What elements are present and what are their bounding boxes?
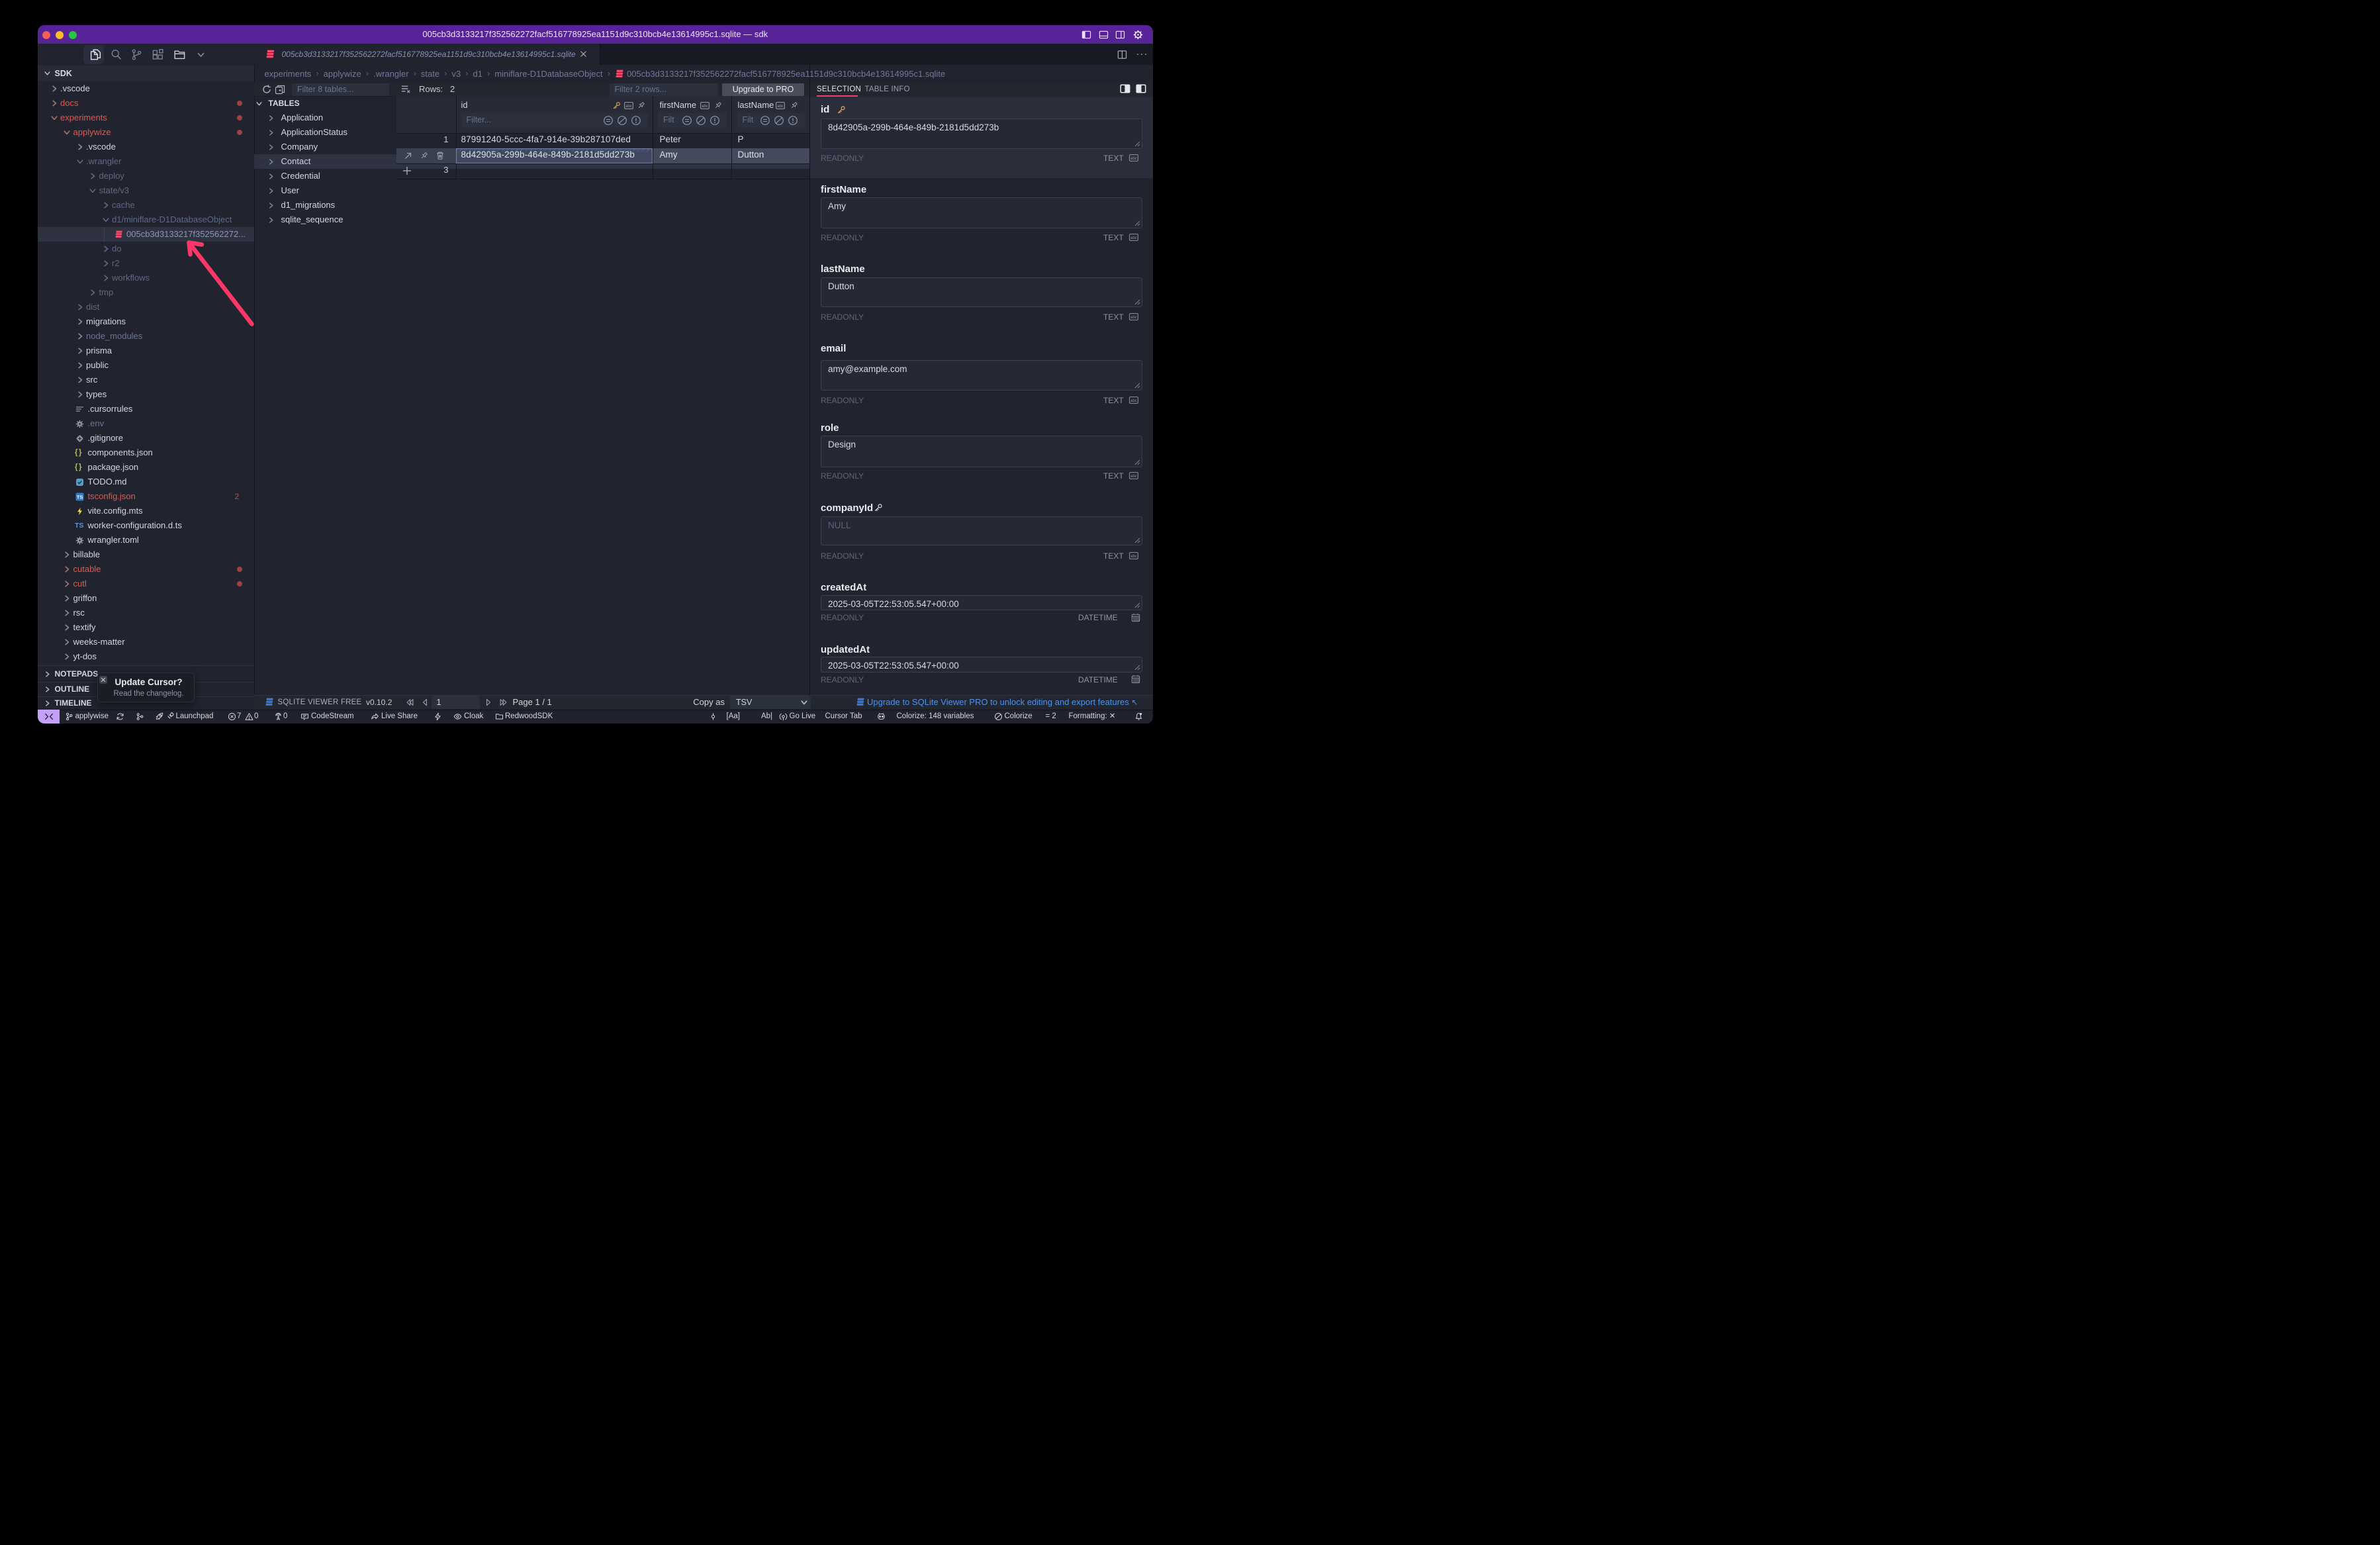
svg-text:abc: abc <box>777 105 784 109</box>
svg-text:abc: abc <box>1130 475 1137 479</box>
svg-text:abc: abc <box>1130 316 1137 320</box>
svg-text:abc: abc <box>1130 398 1137 402</box>
svg-text:abc: abc <box>1130 157 1137 161</box>
svg-text:abc: abc <box>1130 555 1137 559</box>
svg-text:abc: abc <box>702 105 708 109</box>
svg-text:abc: abc <box>625 105 632 109</box>
svg-text:abc: abc <box>1130 236 1137 240</box>
svg-text:TS: TS <box>77 494 83 500</box>
